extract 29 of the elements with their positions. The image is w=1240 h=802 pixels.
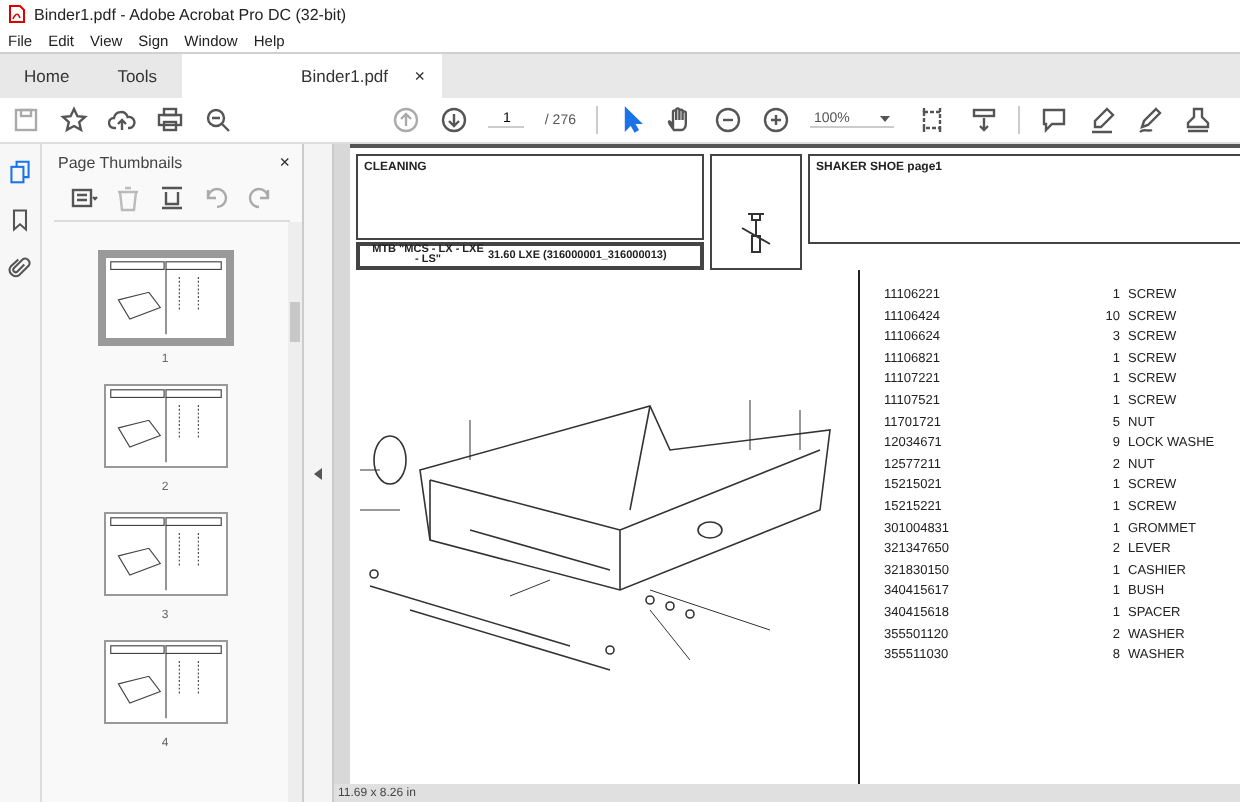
close-tab-icon[interactable]: × [414,66,426,86]
insert-pages-icon[interactable] [158,184,186,212]
scrollbar-thumb[interactable] [290,302,300,342]
scroll-mode-icon[interactable] [970,106,998,134]
cloud-upload-icon[interactable] [108,106,136,134]
print-icon[interactable] [156,106,184,134]
options-menu-icon[interactable] [70,184,98,212]
nav-tab[interactable]: Home [0,54,94,98]
comment-icon[interactable] [1040,106,1068,134]
bookmark-icon[interactable] [8,208,32,232]
star-icon[interactable] [60,106,88,134]
caret-icon [880,116,890,122]
highlighter-icon[interactable] [1088,106,1116,134]
zoom-search-icon[interactable] [204,106,232,134]
zoom-in-icon[interactable] [762,106,790,134]
next-page-icon[interactable] [440,106,469,134]
paperclip-icon[interactable] [8,256,32,280]
zoom-out-icon[interactable] [714,106,742,134]
signature-pen-icon[interactable] [1136,106,1164,134]
pdf-app-icon [8,4,26,24]
close-panel-icon[interactable]: × [279,152,290,172]
document-tab[interactable]: Binder1.pdf × [181,54,442,98]
stamp-icon[interactable] [1184,106,1212,134]
nav-tab[interactable]: Tools [93,54,182,98]
collapse-arrow-icon[interactable] [314,467,322,479]
page-thumbnails-icon[interactable] [8,160,32,184]
page-thumbnail[interactable] [97,250,233,346]
panel-title: Page Thumbnails [58,153,183,171]
window-title: Binder1.pdf - Adobe Acrobat Pro DC (32-bit) [34,5,347,23]
